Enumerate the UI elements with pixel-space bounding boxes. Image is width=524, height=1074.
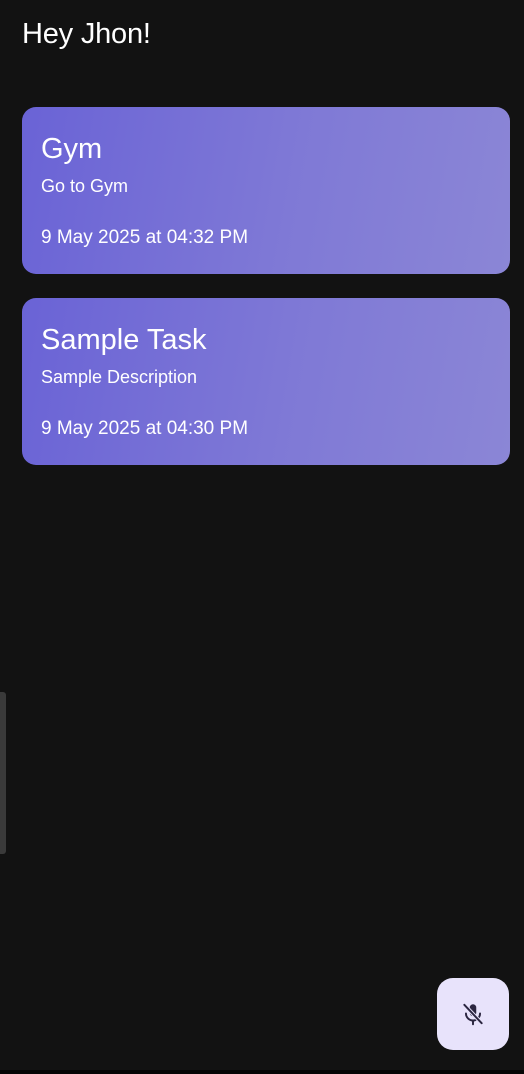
mic-off-icon — [460, 1001, 486, 1027]
scroll-indicator[interactable] — [0, 692, 6, 854]
task-description: Go to Gym — [41, 176, 129, 196]
task-datetime: 9 May 2025 at 04:32 PM — [41, 227, 249, 248]
page-title: Hey Jhon! — [22, 18, 151, 50]
task-description: Sample Description — [41, 367, 198, 387]
mic-off-button[interactable] — [437, 978, 509, 1050]
task-title: Sample Task — [41, 324, 207, 356]
task-datetime: 9 May 2025 at 04:30 PM — [41, 418, 249, 439]
task-card-gym[interactable]: Gym Go to Gym 9 May 2025 at 04:32 PM — [22, 107, 510, 274]
task-title: Gym — [41, 133, 103, 165]
task-list: Gym Go to Gym 9 May 2025 at 04:32 PM Sam… — [22, 107, 510, 489]
system-bottom-bar — [0, 1070, 524, 1074]
task-card-sample-task[interactable]: Sample Task Sample Description 9 May 202… — [22, 298, 510, 465]
